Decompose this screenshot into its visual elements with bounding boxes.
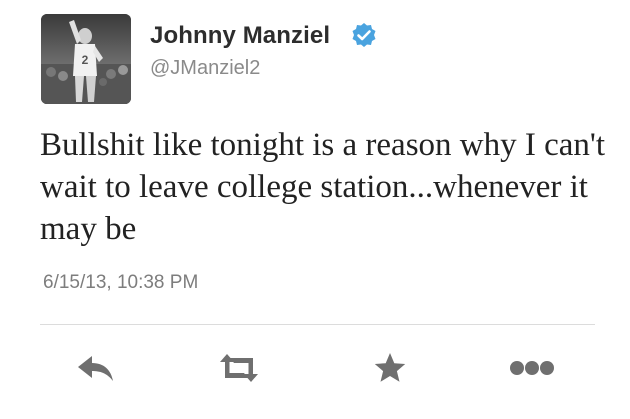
verified-badge-icon (351, 22, 377, 48)
retweet-icon (220, 354, 258, 382)
more-button[interactable] (508, 346, 556, 390)
more-dots-icon (510, 361, 554, 375)
divider (40, 324, 595, 325)
profile-photo: 2 (41, 14, 131, 104)
avatar[interactable]: 2 (41, 14, 131, 104)
tweet-card: 2 Johnny Manziel @JManziel2 Bullshit lik… (0, 0, 630, 419)
tweet-text: Bullshit like tonight is a reason why I … (40, 127, 606, 247)
timestamp[interactable]: 6/15/13, 10:38 PM (43, 272, 198, 294)
retweet-button[interactable] (215, 346, 263, 390)
reply-button[interactable] (72, 346, 120, 390)
display-name[interactable]: Johnny Manziel (150, 22, 330, 50)
star-icon (374, 353, 406, 382)
reply-arrow-icon (78, 356, 113, 381)
handle[interactable]: @JManziel2 (150, 57, 260, 80)
favorite-button[interactable] (366, 346, 414, 390)
svg-text:2: 2 (82, 53, 89, 67)
